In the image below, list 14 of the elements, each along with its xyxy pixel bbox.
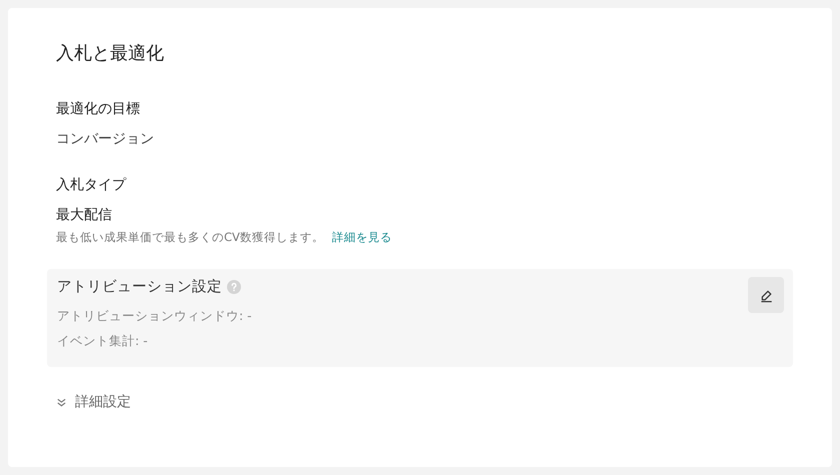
pencil-icon bbox=[758, 288, 774, 302]
field-value: 最大配信 bbox=[56, 206, 113, 224]
edit-button[interactable] bbox=[748, 277, 784, 313]
panel-title: アトリビューション設定 bbox=[57, 278, 222, 296]
field-value: コンバージョン bbox=[56, 130, 155, 148]
advanced-settings-toggle[interactable]: 詳細設定 bbox=[56, 393, 131, 411]
section-title: 入札と最適化 bbox=[56, 42, 165, 65]
description-text: 最も低い成果単価で最も多くのCV数獲得します。 bbox=[56, 230, 324, 245]
field-label: 最適化の目標 bbox=[56, 100, 141, 118]
field-label: 入札タイプ bbox=[56, 176, 128, 194]
double-chevron-icon bbox=[56, 396, 67, 408]
attribution-detail: アトリビューションウィンドウ: - bbox=[57, 308, 252, 325]
details-link[interactable]: 詳細を見る bbox=[332, 230, 392, 245]
attribution-detail: イベント集計: - bbox=[57, 333, 149, 350]
